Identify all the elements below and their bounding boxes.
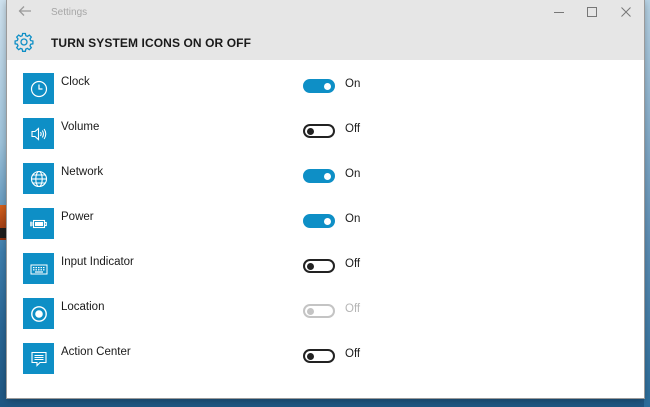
item-label: Network	[61, 166, 104, 178]
minimize-icon	[554, 12, 564, 13]
action-center-icon	[30, 351, 47, 367]
item-label: Volume	[61, 121, 100, 133]
location-toggle[interactable]	[303, 304, 335, 318]
volume-toggle[interactable]	[303, 124, 335, 138]
toggle-knob	[324, 83, 331, 90]
clock-toggle[interactable]	[303, 79, 335, 93]
toggle-state-text: Off	[345, 348, 361, 360]
desktop-wallpaper-edge	[644, 0, 650, 407]
action-center-icon-tile	[23, 343, 54, 374]
input-indicator-toggle[interactable]	[303, 259, 335, 273]
toggle-knob	[324, 173, 331, 180]
keyboard-icon	[30, 264, 47, 274]
clock-icon	[30, 80, 47, 97]
globe-icon	[30, 170, 47, 187]
title-bar: Settings	[7, 0, 644, 25]
power-icon-tile	[23, 208, 54, 239]
clock-icon-tile	[23, 73, 54, 104]
toggle-state-text: Off	[345, 123, 361, 135]
close-button[interactable]	[615, 3, 637, 21]
list-item-power: Power On	[7, 208, 644, 240]
page-title: TURN SYSTEM ICONS ON OR OFF	[51, 36, 252, 50]
network-icon-tile	[23, 163, 54, 194]
toggle-state-text: On	[345, 168, 361, 180]
list-item-clock: Clock On	[7, 73, 644, 105]
item-label: Action Center	[61, 346, 131, 358]
settings-window: Settings TURN SYSTEM ICONS ON OR OFF Clo…	[7, 0, 644, 398]
list-item-volume: Volume Off	[7, 118, 644, 150]
item-label: Input Indicator	[61, 256, 134, 268]
toggle-knob	[307, 353, 314, 360]
item-label: Power	[61, 211, 94, 223]
location-icon-tile	[23, 298, 54, 329]
page-header: TURN SYSTEM ICONS ON OR OFF	[7, 25, 644, 60]
toggle-state-text: On	[345, 78, 361, 90]
input-indicator-icon-tile	[23, 253, 54, 284]
power-toggle[interactable]	[303, 214, 335, 228]
volume-icon	[30, 126, 46, 141]
list-item-action-center: Action Center Off	[7, 343, 644, 375]
minimize-button[interactable]	[548, 3, 570, 21]
list-item-location: Location Off	[7, 298, 644, 330]
list-item-network: Network On	[7, 163, 644, 195]
maximize-button[interactable]	[581, 3, 603, 21]
toggle-state-text: Off	[345, 258, 361, 270]
volume-icon-tile	[23, 118, 54, 149]
location-icon	[30, 305, 47, 322]
toggle-knob	[307, 308, 314, 315]
list-item-input-indicator: Input Indicator Off	[7, 253, 644, 285]
action-center-toggle[interactable]	[303, 349, 335, 363]
toggle-knob	[324, 218, 331, 225]
item-label: Clock	[61, 76, 90, 88]
back-button[interactable]	[17, 4, 33, 20]
toggle-knob	[307, 263, 314, 270]
window-title: Settings	[51, 7, 88, 18]
maximize-icon	[587, 7, 597, 17]
toggle-knob	[307, 128, 314, 135]
close-icon	[621, 7, 631, 17]
back-arrow-icon	[18, 6, 31, 16]
toggle-state-text: On	[345, 213, 361, 225]
item-label: Location	[61, 301, 105, 313]
network-toggle[interactable]	[303, 169, 335, 183]
battery-plug-icon	[29, 219, 47, 228]
toggle-state-text: Off	[345, 303, 361, 315]
gear-icon	[14, 32, 34, 52]
